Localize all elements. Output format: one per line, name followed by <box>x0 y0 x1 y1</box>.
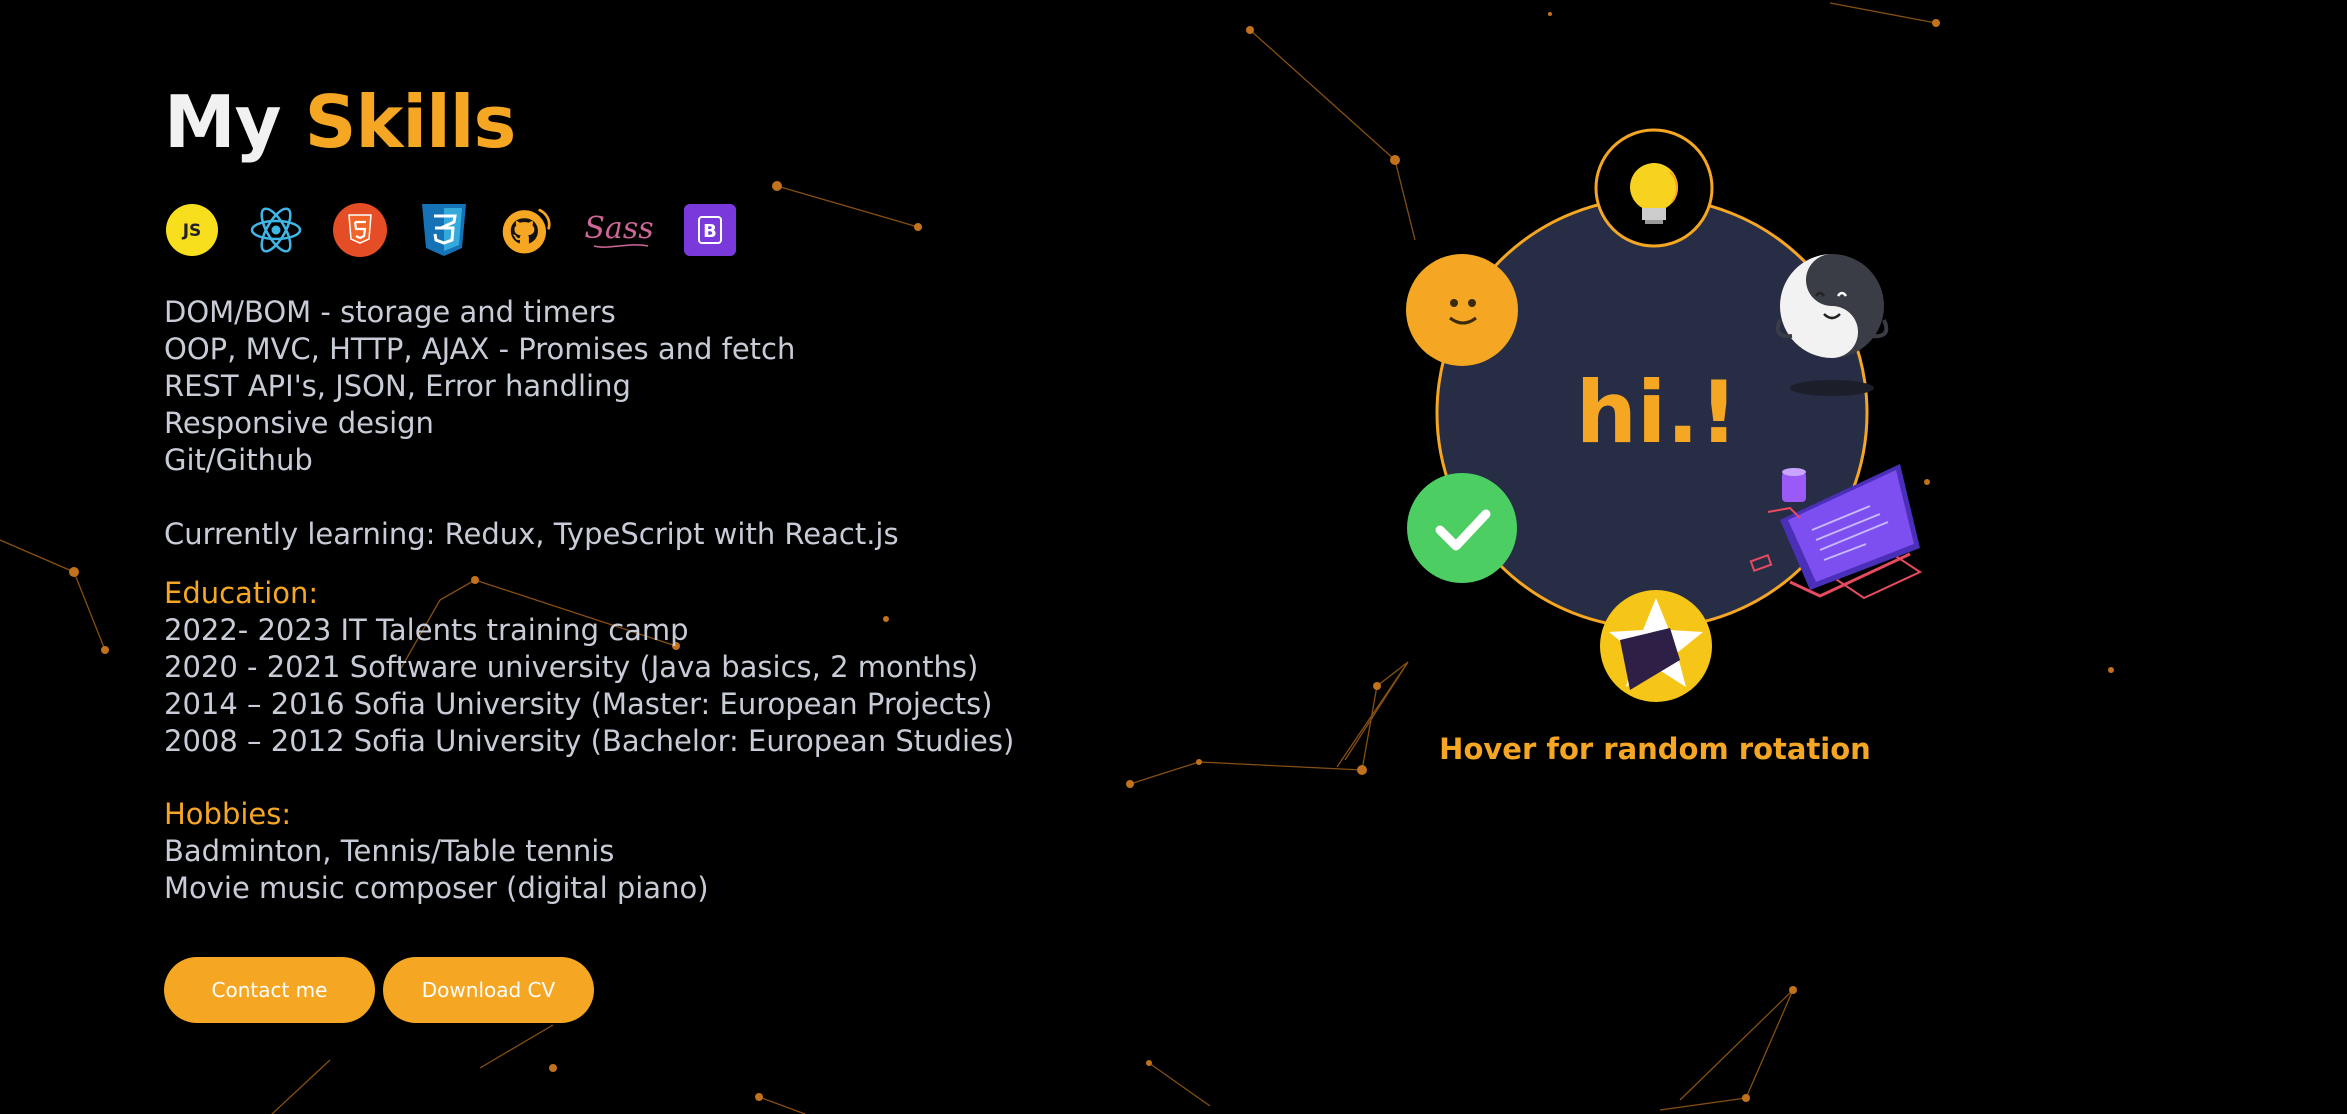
download-cv-button[interactable]: Download CV <box>383 957 594 1023</box>
react-icon <box>248 202 304 258</box>
title-first-word: My <box>164 80 282 164</box>
currently-learning: Currently learning: Redux, TypeScript wi… <box>164 517 899 551</box>
hobby-item: Movie music composer (digital piano) <box>164 871 709 905</box>
skill-line: Responsive design <box>164 406 434 440</box>
hover-circle-widget[interactable]: hi.! Hover for random rotation <box>1380 120 1940 780</box>
education-item: 2014 – 2016 Sofia University (Master: Eu… <box>164 687 993 721</box>
tech-icons-row: JS Sass B <box>164 200 1064 260</box>
github-icon <box>500 202 556 258</box>
education-item: 2022- 2023 IT Talents training camp <box>164 613 689 647</box>
sass-icon-label: Sass <box>584 211 653 246</box>
title-second-word: Skills <box>304 80 517 164</box>
contact-me-button[interactable]: Contact me <box>164 957 375 1023</box>
hover-hint: Hover for random rotation <box>1439 732 1871 766</box>
education-item: 2008 – 2012 Sofia University (Bachelor: … <box>164 724 1015 758</box>
skill-line: DOM/BOM - storage and timers <box>164 295 616 329</box>
smiley-icon[interactable] <box>1406 254 1518 366</box>
education-item: 2020 - 2021 Software university (Java ba… <box>164 650 979 684</box>
checkmark-icon[interactable] <box>1407 473 1517 583</box>
skill-line: REST API's, JSON, Error handling <box>164 369 631 403</box>
page-title: My Skills <box>164 72 1064 172</box>
skill-line: Git/Github <box>164 443 313 477</box>
js-icon: JS <box>164 202 220 258</box>
action-buttons: Contact me Download CV <box>164 957 1064 1023</box>
skills-section: My Skills JS Sass B DOM/BOM - storage an… <box>164 72 1064 1023</box>
lightbulb-icon[interactable] <box>1594 128 1714 248</box>
skill-line: OOP, MVC, HTTP, AJAX - Promises and fetc… <box>164 332 796 366</box>
education-heading: Education: <box>164 576 319 610</box>
js-icon-label: JS <box>182 221 202 241</box>
sass-icon: Sass <box>584 202 654 258</box>
html5-icon <box>332 202 388 258</box>
skills-text: DOM/BOM - storage and timers OOP, MVC, H… <box>164 294 1064 907</box>
bootstrap-icon-label: B <box>703 221 717 242</box>
circle-greeting: hi.! <box>1576 363 1739 463</box>
star-badge-icon[interactable] <box>1600 590 1712 702</box>
hobby-item: Badminton, Tennis/Table tennis <box>164 834 615 868</box>
hobbies-heading: Hobbies: <box>164 797 292 831</box>
bootstrap-icon: B <box>682 202 738 258</box>
css3-icon <box>416 202 472 258</box>
